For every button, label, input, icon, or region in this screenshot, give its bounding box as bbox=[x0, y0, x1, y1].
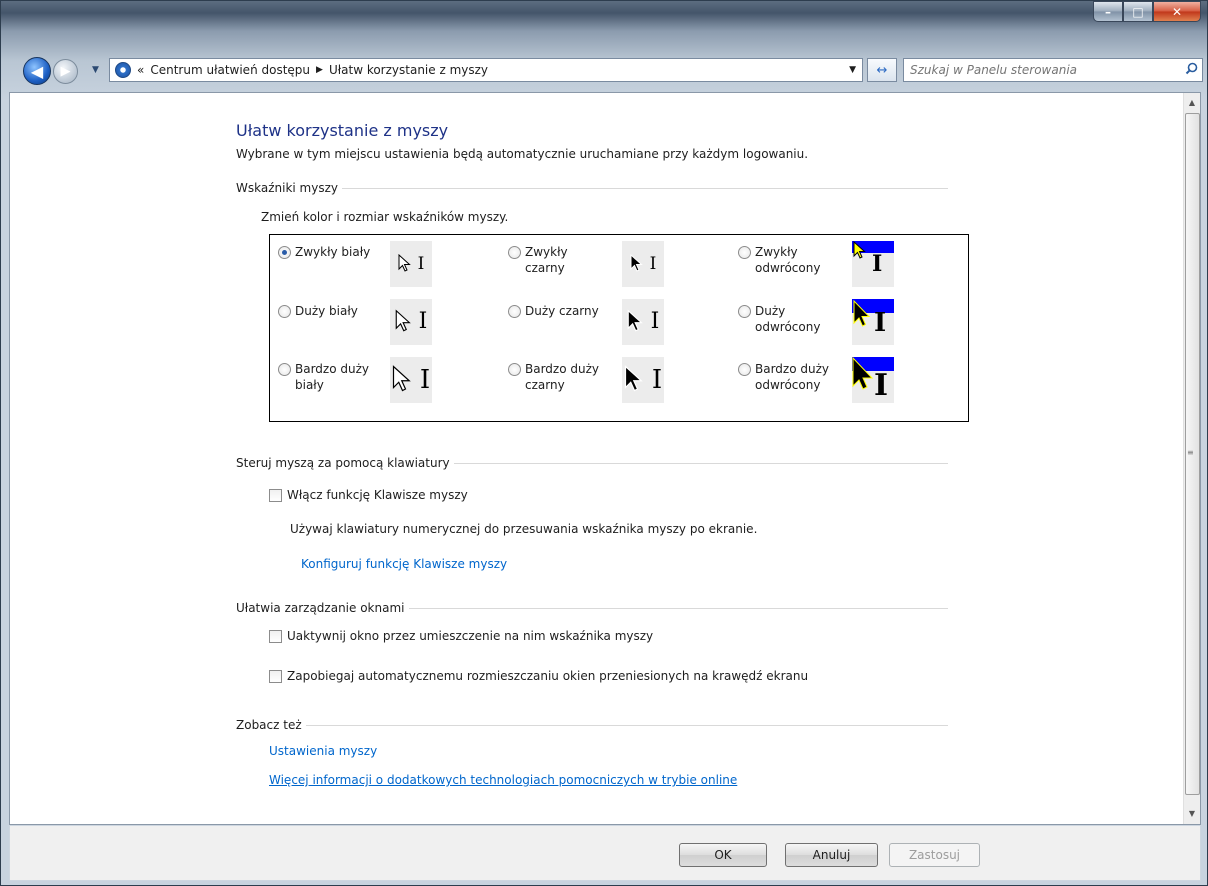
radio-label[interactable]: Zwykły odwrócony bbox=[755, 244, 845, 276]
keyboard-description: Używaj klawiatury numerycznej do przesuw… bbox=[290, 522, 758, 536]
radio-option[interactable]: Zwykły biały bbox=[278, 244, 377, 260]
radio-option[interactable]: Duży czarny bbox=[508, 303, 625, 319]
address-dropdown-icon[interactable]: ▼ bbox=[843, 65, 862, 75]
checkbox-label[interactable]: Uaktywnij okno przez umieszczenie na nim… bbox=[287, 629, 653, 643]
svg-text:I: I bbox=[874, 368, 888, 403]
breadcrumb-overflow[interactable]: « bbox=[137, 63, 144, 77]
pointer-preview-regular-white: I bbox=[390, 241, 432, 287]
radio-label[interactable]: Zwykły biały bbox=[295, 244, 377, 260]
prevent-snap-checkbox[interactable] bbox=[269, 669, 282, 683]
radio-option[interactable]: Bardzo duży czarny bbox=[508, 361, 615, 393]
hover-activate-checkbox-row[interactable]: Uaktywnij okno przez umieszczenie na nim… bbox=[269, 629, 653, 643]
checkbox-label[interactable]: Włącz funkcję Klawisze myszy bbox=[287, 488, 468, 502]
window: – □ ✕ ◀ ▶ ▼ « Centrum ułatwień dostępu ▶… bbox=[0, 0, 1208, 886]
pointer-preview-xlarge-white: I bbox=[390, 357, 432, 403]
pointer-preview-large-black: I bbox=[622, 299, 664, 345]
radio-option[interactable]: Duży biały bbox=[278, 303, 377, 319]
radio-button[interactable] bbox=[738, 363, 751, 376]
radio-label[interactable]: Duży odwrócony bbox=[755, 303, 845, 335]
radio-button[interactable] bbox=[508, 305, 521, 318]
text-select-icon: I bbox=[650, 309, 660, 334]
radio-label[interactable]: Duży biały bbox=[295, 303, 377, 319]
pointer-preview-xlarge-inverted: I bbox=[852, 357, 894, 403]
search-icon[interactable] bbox=[1180, 62, 1202, 79]
text-select-icon: I bbox=[651, 365, 663, 395]
radio-label[interactable]: Bardzo duży odwrócony bbox=[755, 361, 855, 393]
close-button[interactable]: ✕ bbox=[1153, 1, 1201, 22]
radio-option[interactable]: Bardzo duży odwrócony bbox=[738, 361, 855, 393]
pointers-description: Zmień kolor i rozmiar wskaźników myszy. bbox=[261, 210, 509, 224]
radio-option[interactable]: Duży odwrócony bbox=[738, 303, 845, 335]
radio-label[interactable]: Zwykły czarny bbox=[525, 244, 595, 276]
radio-label[interactable]: Duży czarny bbox=[525, 303, 625, 319]
pointer-preview-regular-inverted: I bbox=[852, 241, 894, 287]
radio-option[interactable]: Bardzo duży biały bbox=[278, 361, 385, 393]
configure-mouse-keys-link[interactable]: Konfiguruj funkcję Klawisze myszy bbox=[301, 557, 507, 571]
minimize-button[interactable]: – bbox=[1093, 1, 1123, 22]
back-button[interactable]: ◀ bbox=[23, 57, 51, 85]
radio-button[interactable] bbox=[278, 305, 291, 318]
window-controls: – □ ✕ bbox=[1093, 1, 1201, 22]
pointer-preview-regular-black: I bbox=[622, 241, 664, 287]
scroll-up-icon[interactable]: ▲ bbox=[1186, 96, 1198, 110]
section-title: Wskaźniki myszy bbox=[236, 181, 338, 195]
mouse-settings-link[interactable]: Ustawienia myszy bbox=[269, 744, 377, 758]
breadcrumb-ease-of-access[interactable]: Centrum ułatwień dostępu bbox=[144, 63, 316, 77]
forward-button[interactable]: ▶ bbox=[53, 59, 78, 84]
breadcrumb-separator-icon[interactable]: ▶ bbox=[316, 65, 323, 75]
navigation-bar: ◀ ▶ ▼ « Centrum ułatwień dostępu ▶ Ułatw… bbox=[1, 47, 1208, 87]
radio-button[interactable] bbox=[278, 363, 291, 376]
radio-option[interactable]: Zwykły czarny bbox=[508, 244, 595, 276]
page-title: Ułatw korzystanie z myszy bbox=[236, 121, 449, 140]
radio-button[interactable] bbox=[738, 305, 751, 318]
page-subtitle: Wybrane w tym miejscu ustawienia będą au… bbox=[236, 147, 809, 161]
section-title: Ułatwia zarządzanie oknami bbox=[236, 601, 405, 615]
mouse-keys-checkbox[interactable] bbox=[269, 488, 282, 502]
search-box[interactable] bbox=[903, 58, 1203, 82]
section-title: Steruj myszą za pomocą klawiatury bbox=[236, 456, 450, 470]
more-info-online-link[interactable]: Więcej informacji o dodatkowych technolo… bbox=[269, 773, 737, 787]
prevent-snap-checkbox-row[interactable]: Zapobiegaj automatycznemu rozmieszczaniu… bbox=[269, 669, 808, 683]
scrollbar-grip-icon: ≡ bbox=[1187, 448, 1194, 457]
recent-pages-dropdown-icon[interactable]: ▼ bbox=[92, 65, 99, 75]
cancel-button[interactable]: Anuluj bbox=[785, 843, 878, 867]
button-bar: OK Anuluj Zastosuj bbox=[9, 825, 1201, 881]
hover-activate-checkbox[interactable] bbox=[269, 629, 282, 643]
search-input[interactable] bbox=[904, 63, 1180, 77]
control-panel-icon bbox=[115, 62, 131, 78]
refresh-button[interactable]: ↔ bbox=[867, 58, 897, 82]
content-pane: ▲ ≡ ▼ Ułatw korzystanie z myszy Wybrane … bbox=[9, 92, 1201, 825]
vertical-scrollbar[interactable]: ▲ ≡ ▼ bbox=[1183, 93, 1200, 824]
svg-text:I: I bbox=[874, 308, 886, 338]
radio-button[interactable] bbox=[508, 246, 521, 259]
pointer-preview-xlarge-black: I bbox=[622, 357, 664, 403]
pointer-preview-large-inverted: I bbox=[852, 299, 894, 345]
section-pointers: Wskaźniki myszy bbox=[236, 180, 948, 196]
maximize-button[interactable]: □ bbox=[1123, 1, 1153, 22]
text-select-icon: I bbox=[417, 253, 425, 274]
scroll-down-icon[interactable]: ▼ bbox=[1186, 807, 1198, 821]
section-title: Zobacz też bbox=[236, 718, 302, 732]
radio-label[interactable]: Bardzo duży czarny bbox=[525, 361, 615, 393]
section-see-also: Zobacz też bbox=[236, 717, 948, 733]
svg-text:I: I bbox=[872, 251, 882, 277]
radio-button[interactable] bbox=[278, 246, 291, 259]
mouse-keys-checkbox-row[interactable]: Włącz funkcję Klawisze myszy bbox=[269, 488, 468, 502]
radio-option[interactable]: Zwykły odwrócony bbox=[738, 244, 845, 276]
radio-button[interactable] bbox=[738, 246, 751, 259]
radio-button[interactable] bbox=[508, 363, 521, 376]
text-select-icon: I bbox=[418, 309, 428, 334]
pointer-preview-large-white: I bbox=[390, 299, 432, 345]
pointer-scheme-grid: Zwykły biały I Zwykły czarny I Zwykły od… bbox=[269, 234, 969, 422]
radio-label[interactable]: Bardzo duży biały bbox=[295, 361, 385, 393]
text-select-icon: I bbox=[649, 253, 657, 274]
text-select-icon: I bbox=[419, 365, 431, 395]
address-bar[interactable]: « Centrum ułatwień dostępu ▶ Ułatw korzy… bbox=[109, 58, 863, 82]
section-keyboard: Steruj myszą za pomocą klawiatury bbox=[236, 455, 948, 471]
ok-button[interactable]: OK bbox=[679, 843, 767, 867]
apply-button[interactable]: Zastosuj bbox=[889, 843, 980, 867]
breadcrumb-mouse[interactable]: Ułatw korzystanie z myszy bbox=[323, 63, 494, 77]
checkbox-label[interactable]: Zapobiegaj automatycznemu rozmieszczaniu… bbox=[287, 669, 808, 683]
section-windows: Ułatwia zarządzanie oknami bbox=[236, 600, 948, 616]
